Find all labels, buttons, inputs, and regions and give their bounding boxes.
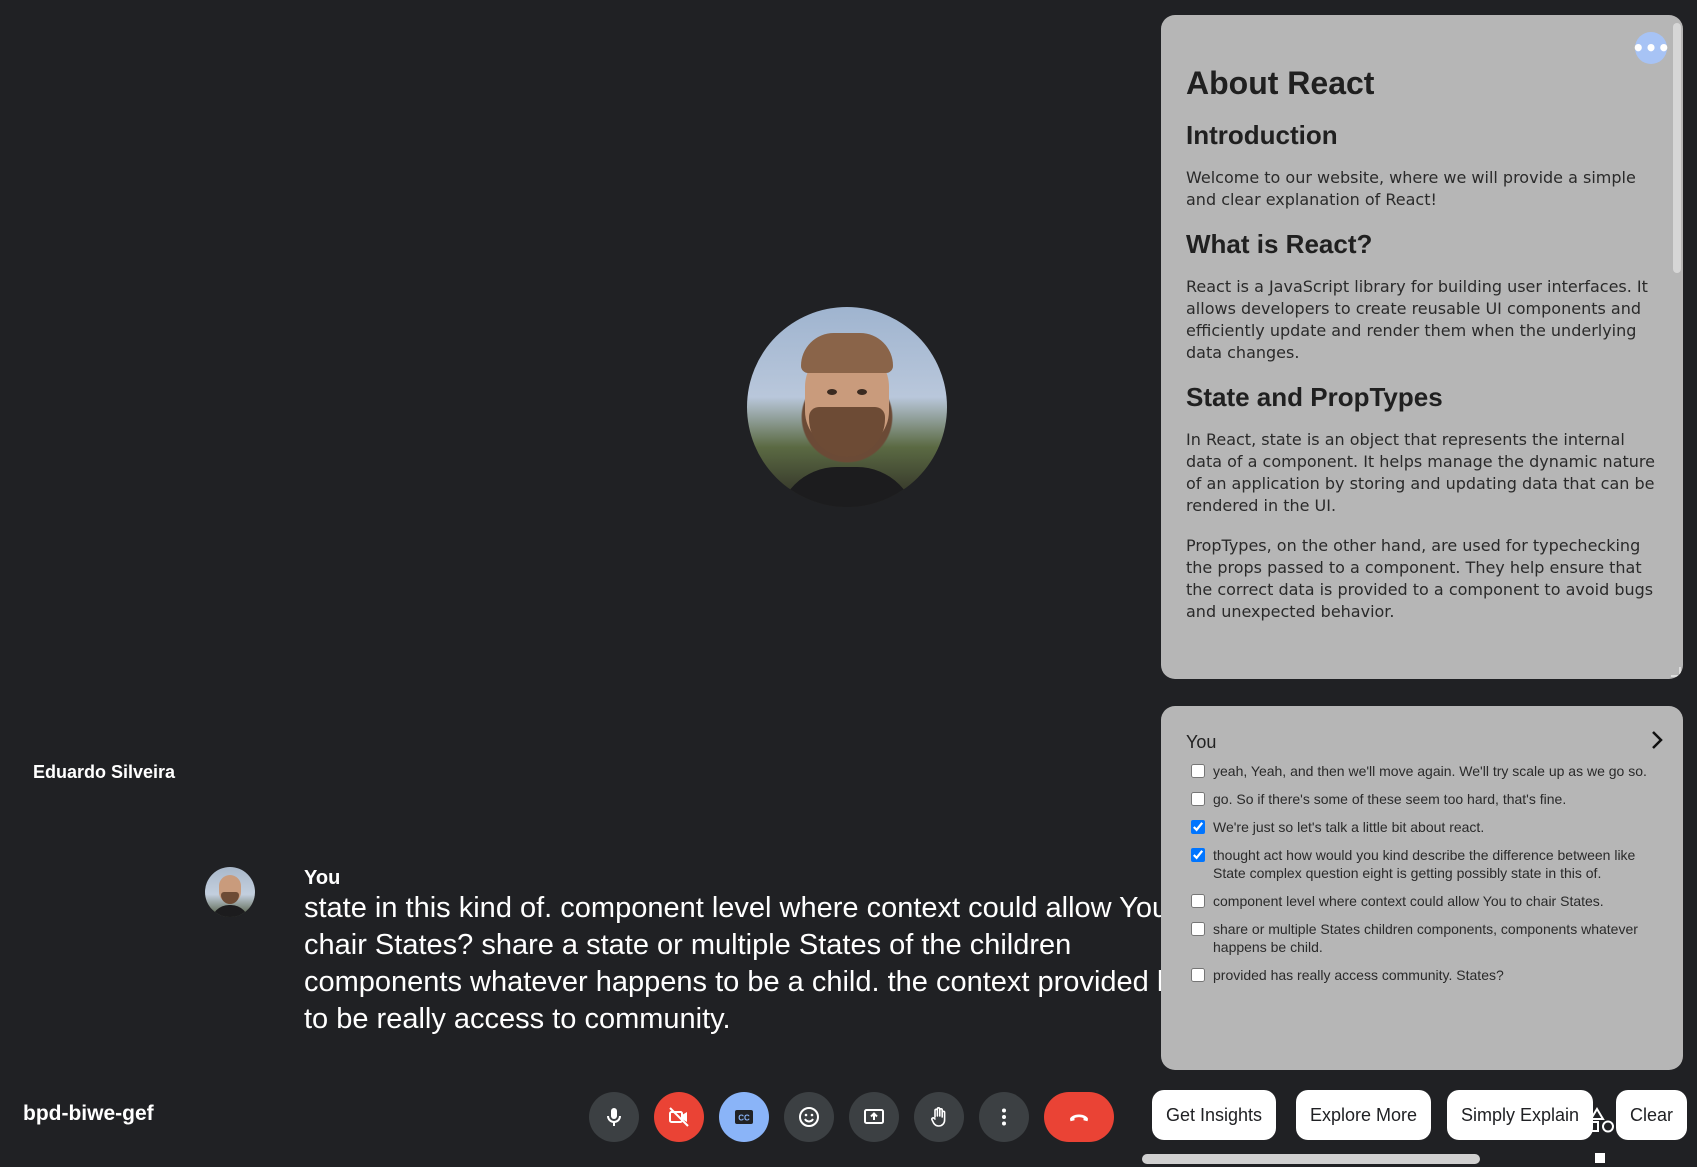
closed-captions-icon: CC — [735, 1110, 753, 1124]
present-button[interactable] — [849, 1092, 899, 1142]
item-checkbox[interactable] — [1191, 792, 1205, 806]
section-paragraph: PropTypes, on the other hand, are used f… — [1186, 536, 1654, 621]
more-horizontal-icon[interactable]: ••• — [1632, 32, 1670, 64]
caption-text: state in this kind of. component level w… — [304, 892, 1204, 1035]
end-call-button[interactable] — [1044, 1092, 1114, 1142]
section-paragraph: React is a JavaScript library for buildi… — [1186, 277, 1648, 362]
section-heading: What is React? — [1186, 229, 1373, 259]
camera-button[interactable] — [654, 1092, 704, 1142]
raise-hand-button[interactable] — [914, 1092, 964, 1142]
raise-hand-icon — [931, 1107, 946, 1127]
clear-button[interactable]: Clear — [1616, 1090, 1688, 1140]
svg-text:CC: CC — [738, 1114, 750, 1123]
item-checkbox[interactable] — [1191, 894, 1205, 908]
item-text: thought act how would you kind describe … — [1213, 847, 1636, 881]
list-item[interactable]: We're just so let's talk a little bit ab… — [1191, 818, 1671, 836]
section-heading: Introduction — [1186, 120, 1338, 150]
more-options-button[interactable] — [979, 1092, 1029, 1142]
list-item[interactable]: provided has really access community. St… — [1191, 966, 1671, 984]
panel-scrollbar[interactable] — [1673, 23, 1681, 273]
item-checkbox[interactable] — [1191, 848, 1205, 862]
get-insights-button[interactable]: Get Insights — [1152, 1090, 1277, 1140]
item-text: component level where context could allo… — [1213, 893, 1604, 909]
shapes-icon[interactable] — [1586, 1107, 1616, 1135]
section-paragraph: Welcome to our website, where we will pr… — [1186, 168, 1636, 209]
transcript-title: You — [1186, 732, 1217, 752]
chevron-right-icon[interactable] — [1645, 728, 1669, 752]
panel-title: About React — [1186, 65, 1375, 101]
transcript-panel: You yeah, Yeah, and then we'll move agai… — [1161, 706, 1683, 1070]
list-item[interactable]: thought act how would you kind describe … — [1191, 846, 1671, 882]
item-text: provided has really access community. St… — [1213, 967, 1504, 983]
item-checkbox[interactable] — [1191, 922, 1205, 936]
captions-button[interactable]: CC — [719, 1092, 769, 1142]
meeting-code: bpd-biwe-gef — [23, 1102, 154, 1125]
microphone-icon — [607, 1108, 621, 1126]
item-text: yeah, Yeah, and then we'll move again. W… — [1213, 763, 1647, 779]
more-options-icon — [1002, 1108, 1006, 1126]
simply-explain-button[interactable]: Simply Explain — [1447, 1090, 1594, 1140]
caption-avatar — [205, 867, 255, 917]
reactions-button[interactable] — [784, 1092, 834, 1142]
microphone-button[interactable] — [589, 1092, 639, 1142]
section-paragraph: In React, state is an object that repres… — [1186, 430, 1655, 515]
list-item[interactable]: yeah, Yeah, and then we'll move again. W… — [1191, 762, 1671, 780]
item-checkbox[interactable] — [1191, 764, 1205, 778]
resize-handle[interactable] — [1595, 1153, 1605, 1163]
list-item[interactable]: share or multiple States children compon… — [1191, 920, 1671, 956]
item-text: go. So if there's some of these seem too… — [1213, 791, 1567, 807]
item-checkbox[interactable] — [1191, 968, 1205, 982]
participant-name: Eduardo Silveira — [33, 762, 176, 782]
item-checkbox[interactable] — [1191, 820, 1205, 834]
camera-off-icon — [669, 1107, 689, 1127]
info-panel: ••• About React Introduction Welcome to … — [1161, 15, 1683, 679]
horizontal-scrollbar[interactable] — [1142, 1154, 1480, 1164]
caption-speaker: You — [304, 867, 341, 889]
list-item[interactable]: component level where context could allo… — [1191, 892, 1671, 910]
item-text: We're just so let's talk a little bit ab… — [1213, 819, 1485, 835]
item-text: share or multiple States children compon… — [1213, 921, 1638, 955]
resize-handle[interactable] — [1671, 667, 1681, 677]
emoji-icon — [799, 1107, 819, 1127]
explore-more-button[interactable]: Explore More — [1296, 1090, 1432, 1140]
list-item[interactable]: go. So if there's some of these seem too… — [1191, 790, 1671, 808]
section-heading: State and PropTypes — [1186, 382, 1443, 412]
transcript-list: yeah, Yeah, and then we'll move again. W… — [1191, 762, 1671, 994]
participant-avatar — [747, 307, 947, 507]
end-call-icon — [1070, 1114, 1088, 1122]
present-screen-icon — [864, 1109, 884, 1124]
